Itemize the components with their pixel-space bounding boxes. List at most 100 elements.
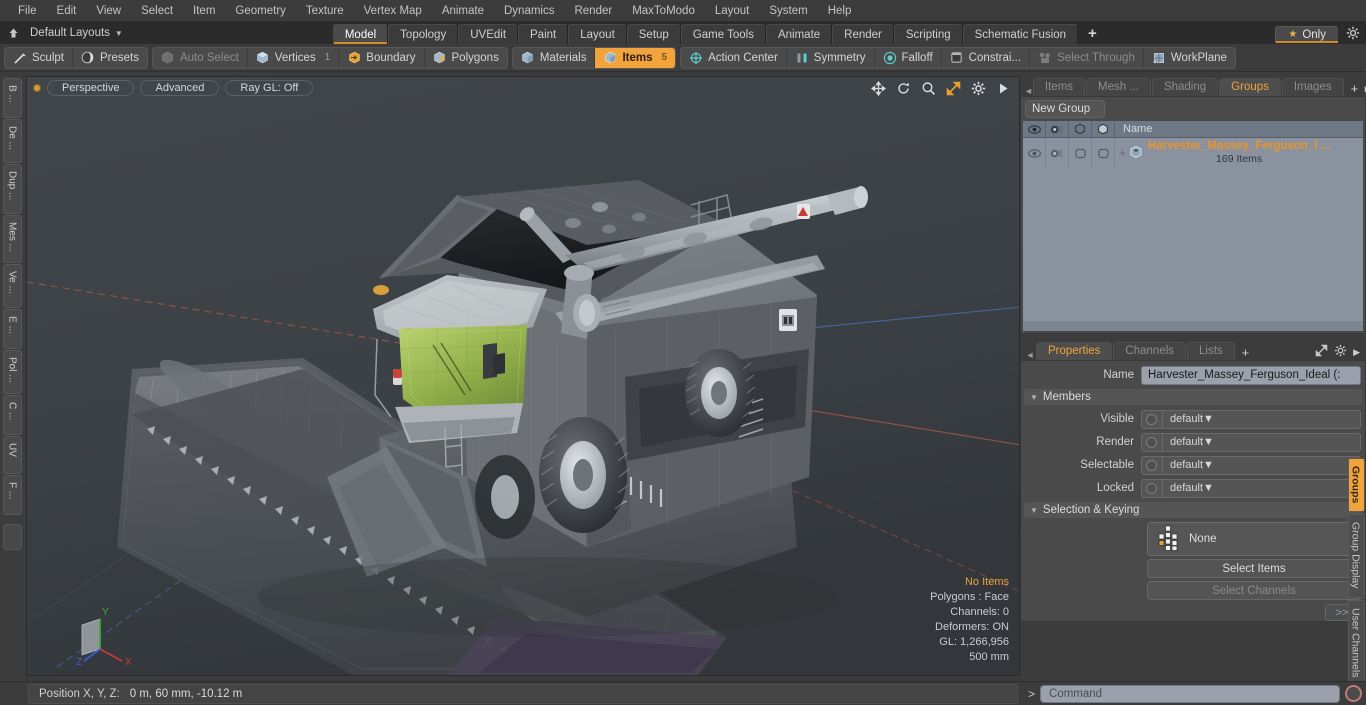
locked-radio-icon[interactable] (1146, 482, 1157, 494)
props-gear-icon[interactable] (1334, 344, 1347, 360)
left-tab-mesh-edit[interactable]: Mes ... (2, 215, 22, 263)
selectable-radio-icon[interactable] (1146, 459, 1157, 471)
menu-item-system[interactable]: System (759, 3, 817, 19)
tab-shading[interactable]: Shading (1151, 78, 1219, 96)
layout-tab-game-tools[interactable]: Game Tools (680, 24, 766, 44)
render-radio-icon[interactable] (1146, 436, 1157, 448)
menu-item-dynamics[interactable]: Dynamics (494, 3, 564, 19)
left-tab-deform[interactable]: De ... (2, 119, 22, 163)
layout-gear-icon[interactable] (1340, 26, 1366, 40)
expand-group-icon[interactable]: + (1119, 146, 1126, 160)
rotate-icon[interactable] (895, 80, 911, 96)
menu-item-view[interactable]: View (86, 3, 131, 19)
props-arrow-icon[interactable]: ▶ (1353, 347, 1360, 358)
tab-properties[interactable]: Properties (1036, 342, 1113, 360)
layout-tab-uvedit[interactable]: UVEdit (458, 24, 519, 44)
fit-icon[interactable] (945, 80, 961, 96)
select-through-button[interactable]: Select Through (1030, 47, 1144, 68)
visible-radio-icon[interactable] (1146, 413, 1157, 425)
tab-scroll-left-icon[interactable]: ◄ (1024, 86, 1033, 96)
menu-item-render[interactable]: Render (564, 3, 622, 19)
sculpt-button[interactable]: Sculpt (5, 47, 73, 68)
viewport-shading-selector[interactable]: Advanced (140, 80, 220, 96)
layout-tab-topology[interactable]: Topology (388, 24, 459, 44)
menu-item-geometry[interactable]: Geometry (225, 3, 296, 19)
viewport-scene[interactable]: X Y Z (27, 77, 1019, 675)
props-scroll-left-icon[interactable]: ◄ (1024, 350, 1036, 360)
menu-item-texture[interactable]: Texture (296, 3, 354, 19)
menu-item-maxtomodo[interactable]: MaxToModo (622, 3, 705, 19)
side-tab-user-channels[interactable]: User Channels (1347, 600, 1365, 688)
members-section-header[interactable]: ▼ Members (1024, 389, 1362, 405)
layout-tab-model[interactable]: Model (332, 24, 389, 44)
menu-item-animate[interactable]: Animate (432, 3, 494, 19)
menu-item-vertex-map[interactable]: Vertex Map (354, 3, 432, 19)
menu-item-help[interactable]: Help (818, 3, 862, 19)
viewport-raygl-selector[interactable]: Ray GL: Off (225, 80, 314, 96)
locked-dropdown[interactable]: default ▼ (1141, 478, 1361, 498)
menu-item-select[interactable]: Select (131, 3, 183, 19)
left-tab-polygon[interactable]: Pol ... (2, 350, 22, 394)
layout-tab-schematic-fusion[interactable]: Schematic Fusion (962, 24, 1079, 44)
workplane-button[interactable]: WorkPlane (1143, 47, 1235, 68)
new-group-button[interactable]: New Group (1025, 100, 1106, 118)
row-shaded-toggle[interactable] (1092, 138, 1115, 168)
locked-value-wrap[interactable]: default ▼ (1162, 479, 1360, 497)
presets-button[interactable]: Presets (72, 47, 147, 68)
left-tab-edge[interactable]: E ... (2, 309, 22, 349)
zoom-icon[interactable] (920, 80, 936, 96)
tab-images[interactable]: Images (1281, 78, 1344, 96)
side-tab-groups[interactable]: Groups (1347, 458, 1365, 512)
layout-tab-scripting[interactable]: Scripting (893, 24, 963, 44)
selectable-dropdown[interactable]: default ▼ (1141, 455, 1361, 475)
3d-viewport[interactable]: X Y Z Perspective Advanced Ray GL: Off N… (26, 76, 1020, 676)
only-toggle-button[interactable]: ★ Only (1275, 25, 1338, 43)
command-input[interactable]: Command (1040, 684, 1340, 703)
row-render-toggle[interactable] (1046, 138, 1069, 168)
selectable-value-wrap[interactable]: default ▼ (1162, 456, 1360, 474)
record-icon[interactable] (1345, 685, 1362, 702)
home-icon[interactable] (0, 22, 26, 44)
side-tab-group-display[interactable]: Group Display (1347, 514, 1365, 598)
row-wireframe-toggle[interactable] (1069, 138, 1092, 168)
gear-icon[interactable] (970, 80, 986, 96)
symmetry-button[interactable]: Symmetry (786, 47, 875, 68)
action-center-button[interactable]: Action Center (681, 47, 787, 68)
left-tab-extra[interactable] (2, 524, 22, 550)
left-tab-duplicate[interactable]: Dup ... (2, 164, 22, 214)
visible-dropdown[interactable]: default ▼ (1141, 409, 1361, 429)
add-props-tab-button[interactable]: + (1236, 345, 1256, 360)
left-tab-curve[interactable]: C ... (2, 395, 22, 435)
left-tab-basic[interactable]: B ... (2, 78, 22, 118)
visible-value-wrap[interactable]: default ▼ (1162, 410, 1360, 428)
add-tab-button[interactable]: + (1345, 81, 1365, 96)
move-icon[interactable] (870, 80, 886, 96)
materials-button[interactable]: Materials (512, 47, 596, 68)
group-row-main[interactable]: + Harvester_Massey_Ferguson_I ... 169 It… (1115, 138, 1363, 168)
menu-item-edit[interactable]: Edit (47, 3, 87, 19)
layout-tab-setup[interactable]: Setup (626, 24, 681, 44)
layout-tab-animate[interactable]: Animate (765, 24, 833, 44)
keyset-selector[interactable]: None (1147, 522, 1361, 556)
viewport-camera-selector[interactable]: Perspective (47, 80, 135, 96)
layout-tab-render[interactable]: Render (832, 24, 894, 44)
vertices-button[interactable]: Vertices 1 (247, 47, 340, 68)
play-icon[interactable] (995, 80, 1011, 96)
table-row[interactable]: + Harvester_Massey_Ferguson_I ... 169 It… (1023, 138, 1363, 168)
selection-keying-section-header[interactable]: ▼ Selection & Keying (1024, 502, 1362, 518)
left-tab-falloff[interactable]: F ... (2, 475, 22, 515)
name-field[interactable]: Harvester_Massey_Ferguson_Ideal (: (1141, 365, 1361, 385)
tab-items[interactable]: Items (1032, 78, 1086, 96)
group-item-list[interactable]: Name + Harvester_Massey_Ferguson_I ... 1… (1023, 121, 1363, 331)
render-dropdown[interactable]: default ▼ (1141, 432, 1361, 452)
tab-groups[interactable]: Groups (1219, 78, 1281, 96)
layout-tab-layout[interactable]: Layout (568, 24, 627, 44)
tab-mesh[interactable]: Mesh ... (1086, 78, 1151, 96)
tab-lists[interactable]: Lists (1187, 342, 1235, 360)
layout-tab-paint[interactable]: Paint (518, 24, 569, 44)
select-items-button[interactable]: Select Items (1147, 559, 1361, 578)
falloff-button[interactable]: Falloff (874, 47, 942, 68)
items-button[interactable]: Items 5 (595, 47, 676, 68)
menu-item-file[interactable]: File (8, 3, 47, 19)
props-expand-icon[interactable] (1315, 344, 1328, 360)
